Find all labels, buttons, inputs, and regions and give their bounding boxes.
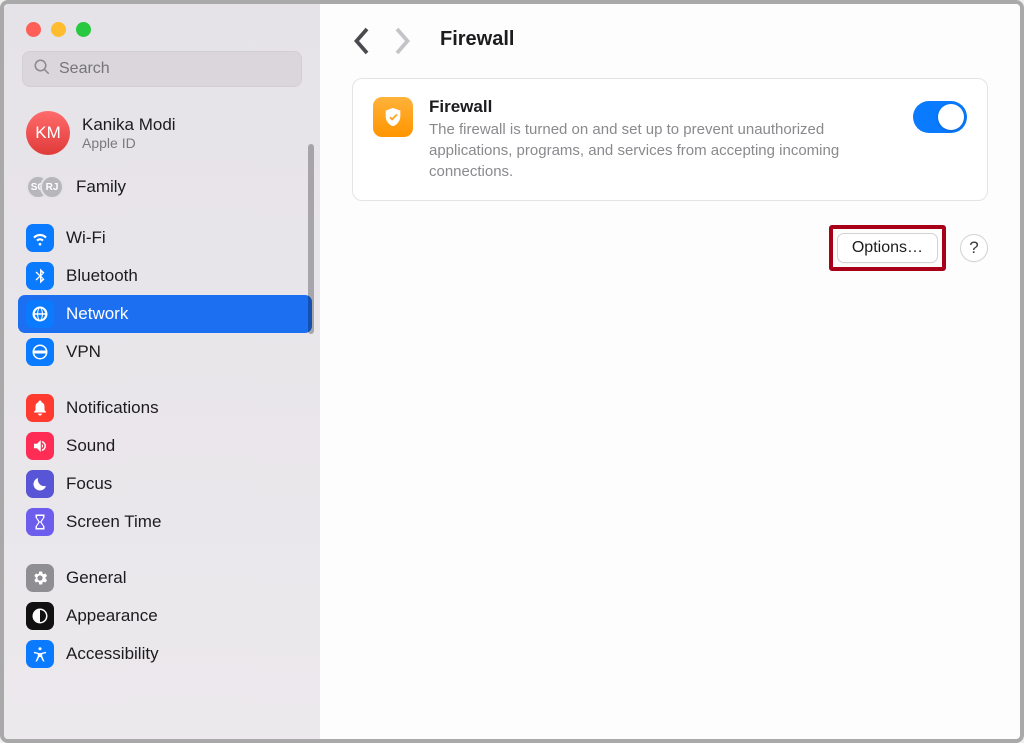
family-row[interactable]: SG RJ Family bbox=[4, 165, 320, 213]
speaker-icon bbox=[26, 432, 54, 460]
search-icon bbox=[33, 58, 51, 81]
family-avatar-2: RJ bbox=[40, 175, 64, 199]
appearance-icon bbox=[26, 602, 54, 630]
sidebar-item-network[interactable]: Network bbox=[18, 295, 312, 333]
nav-forward-button[interactable] bbox=[394, 26, 412, 52]
sidebar-item-label: Appearance bbox=[66, 606, 158, 626]
sidebar-item-label: Accessibility bbox=[66, 644, 159, 664]
sidebar-item-label: Focus bbox=[66, 474, 112, 494]
fullscreen-window-button[interactable] bbox=[76, 22, 91, 37]
sidebar-item-label: Network bbox=[66, 304, 128, 324]
hourglass-icon bbox=[26, 508, 54, 536]
sidebar-item-accessibility[interactable]: Accessibility bbox=[18, 635, 312, 673]
help-button[interactable]: ? bbox=[960, 234, 988, 262]
accessibility-icon bbox=[26, 640, 54, 668]
bluetooth-icon bbox=[26, 262, 54, 290]
vpn-icon bbox=[26, 338, 54, 366]
sidebar-item-wifi[interactable]: Wi-Fi bbox=[18, 219, 312, 257]
sidebar-list: Wi-Fi Bluetooth Network bbox=[4, 213, 320, 691]
window-controls bbox=[4, 14, 320, 51]
options-button[interactable]: Options… bbox=[837, 233, 938, 263]
wifi-icon bbox=[26, 224, 54, 252]
sidebar-item-label: Screen Time bbox=[66, 512, 161, 532]
nav-back-button[interactable] bbox=[352, 26, 370, 52]
card-title: Firewall bbox=[429, 97, 887, 117]
sidebar-item-label: Bluetooth bbox=[66, 266, 138, 286]
sidebar-item-appearance[interactable]: Appearance bbox=[18, 597, 312, 635]
close-window-button[interactable] bbox=[26, 22, 41, 37]
actions-row: Options… ? bbox=[352, 225, 988, 271]
account-name: Kanika Modi bbox=[82, 115, 176, 135]
sidebar-item-focus[interactable]: Focus bbox=[18, 465, 312, 503]
sidebar-item-label: General bbox=[66, 568, 126, 588]
scrollbar[interactable] bbox=[308, 144, 314, 334]
sidebar-item-notifications[interactable]: Notifications bbox=[18, 389, 312, 427]
search-field[interactable] bbox=[22, 51, 302, 87]
sidebar-item-vpn[interactable]: VPN bbox=[18, 333, 312, 371]
bell-icon bbox=[26, 394, 54, 422]
search-input[interactable] bbox=[59, 60, 291, 78]
moon-icon bbox=[26, 470, 54, 498]
main-panel: Firewall Firewall The firewall is turned… bbox=[320, 4, 1020, 739]
titlebar: Firewall bbox=[352, 26, 988, 52]
firewall-card: Firewall The firewall is turned on and s… bbox=[352, 78, 988, 201]
sidebar-item-general[interactable]: General bbox=[18, 559, 312, 597]
minimize-window-button[interactable] bbox=[51, 22, 66, 37]
family-avatars: SG RJ bbox=[26, 175, 64, 199]
sidebar-item-label: Sound bbox=[66, 436, 115, 456]
sidebar-item-sound[interactable]: Sound bbox=[18, 427, 312, 465]
account-sub: Apple ID bbox=[82, 135, 176, 151]
globe-icon bbox=[26, 300, 54, 328]
firewall-toggle[interactable] bbox=[913, 101, 967, 133]
toggle-knob bbox=[938, 104, 964, 130]
sidebar-item-label: Notifications bbox=[66, 398, 159, 418]
gear-icon bbox=[26, 564, 54, 592]
page-title: Firewall bbox=[440, 28, 514, 51]
family-label: Family bbox=[76, 177, 126, 197]
annotation-highlight: Options… bbox=[829, 225, 946, 271]
apple-id-row[interactable]: KM Kanika Modi Apple ID bbox=[4, 93, 320, 165]
settings-window: KM Kanika Modi Apple ID SG RJ Family Wi-… bbox=[0, 0, 1024, 743]
sidebar-item-bluetooth[interactable]: Bluetooth bbox=[18, 257, 312, 295]
sidebar: KM Kanika Modi Apple ID SG RJ Family Wi-… bbox=[4, 4, 320, 739]
avatar: KM bbox=[26, 111, 70, 155]
sidebar-item-label: Wi-Fi bbox=[66, 228, 106, 248]
sidebar-item-label: VPN bbox=[66, 342, 101, 362]
card-description: The firewall is turned on and set up to … bbox=[429, 119, 887, 182]
sidebar-item-screen-time[interactable]: Screen Time bbox=[18, 503, 312, 541]
shield-icon bbox=[373, 97, 413, 137]
